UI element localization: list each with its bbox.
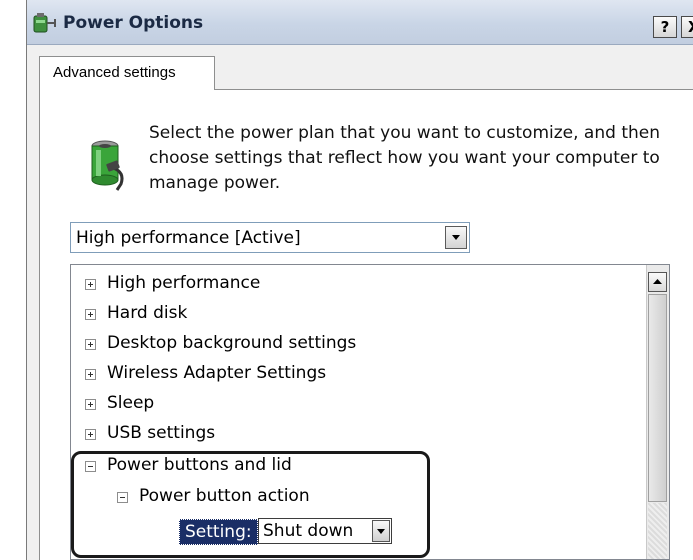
- help-button[interactable]: ?: [653, 16, 677, 38]
- tree-item-label: Hard disk: [107, 303, 188, 323]
- power-options-dialog: Power Options ? X Advanced settings Sele…: [26, 0, 693, 560]
- power-options-icon: [33, 13, 56, 33]
- title-bar[interactable]: Power Options ? X: [27, 0, 693, 45]
- tree-item-label: Wireless Adapter Settings: [107, 363, 327, 383]
- expand-plus-icon[interactable]: [85, 339, 96, 350]
- tree-item-label: Sleep: [107, 393, 155, 413]
- advanced-settings-tree[interactable]: High performance Hard disk Desktop backg…: [70, 264, 670, 560]
- expand-plus-icon[interactable]: [85, 429, 96, 440]
- setting-value: Shut down: [263, 521, 354, 541]
- expand-plus-icon[interactable]: [85, 279, 96, 290]
- tree-item-label: High performance: [107, 273, 261, 293]
- tree-item-label: Power button action: [139, 486, 310, 506]
- scroll-thumb[interactable]: [648, 294, 667, 502]
- tree-item-label: USB settings: [107, 423, 216, 443]
- scroll-track[interactable]: [648, 503, 667, 559]
- power-button-action-dropdown[interactable]: Shut down: [258, 518, 392, 544]
- collapse-minus-icon[interactable]: [85, 461, 96, 472]
- close-button[interactable]: X: [681, 16, 693, 38]
- expand-plus-icon[interactable]: [85, 309, 96, 320]
- tab-advanced-settings[interactable]: Advanced settings: [39, 56, 215, 90]
- battery-plug-icon: [91, 140, 124, 191]
- chevron-down-icon: [452, 235, 460, 240]
- vertical-scrollbar[interactable]: [646, 265, 669, 559]
- expand-plus-icon[interactable]: [85, 399, 96, 410]
- expand-plus-icon[interactable]: [85, 369, 96, 380]
- scroll-up-button[interactable]: [648, 272, 667, 292]
- window-title: Power Options: [63, 13, 204, 33]
- power-plan-dropdown[interactable]: High performance [Active]: [70, 222, 470, 253]
- power-plan-value: High performance [Active]: [76, 228, 301, 248]
- arrow-up-icon: [653, 279, 662, 284]
- collapse-minus-icon[interactable]: [117, 492, 128, 503]
- tree-item-label: Power buttons and lid: [107, 455, 292, 475]
- setting-label: Setting:: [179, 519, 258, 545]
- tree-item-label: Desktop background settings: [107, 333, 357, 353]
- dropdown-arrow-button[interactable]: [372, 520, 390, 542]
- plan-description: Select the power plan that you want to c…: [149, 123, 660, 193]
- dropdown-arrow-button[interactable]: [445, 226, 467, 249]
- chevron-down-icon: [377, 529, 385, 534]
